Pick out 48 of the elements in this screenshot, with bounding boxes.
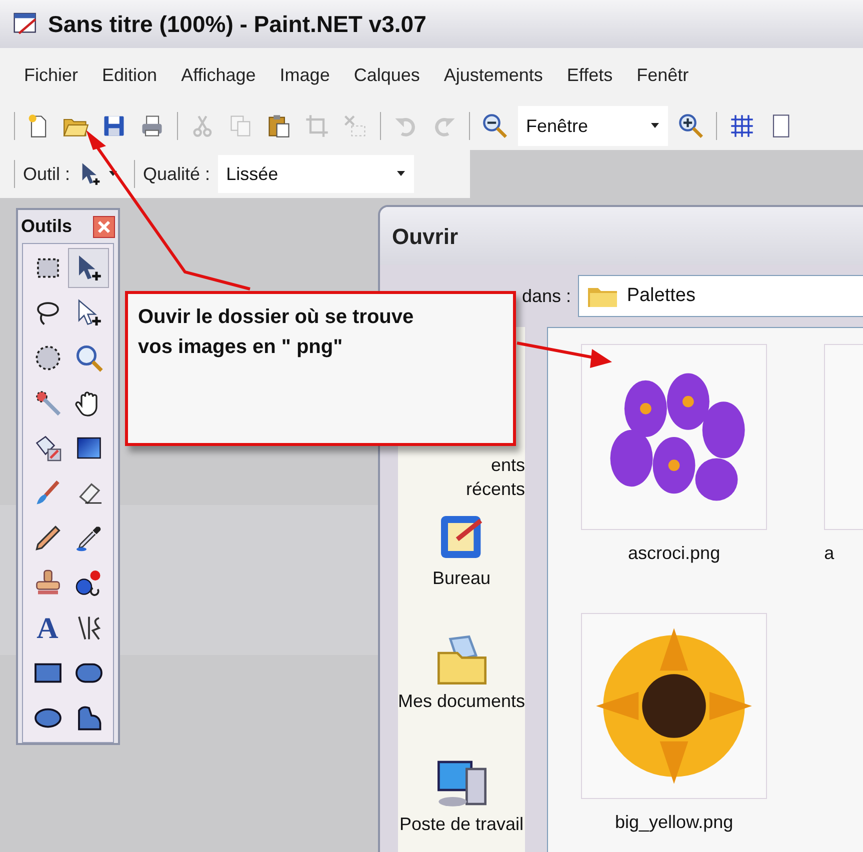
caret-icon: [650, 123, 660, 129]
file-name: ascroci.png: [628, 542, 720, 565]
tool-label: Outil :: [23, 162, 70, 186]
pencil-icon: [32, 523, 62, 553]
caret-icon: [108, 171, 118, 177]
menu-item[interactable]: Fichier: [14, 62, 88, 88]
look-in-value: Palettes: [626, 284, 696, 308]
magnifier-icon: [74, 343, 104, 373]
toolbar-button[interactable]: [676, 111, 706, 141]
grid-icon: [729, 113, 755, 139]
toolbar-button[interactable]: [480, 111, 510, 141]
window-title: Sans titre (100%) - Paint.NET v3.07: [48, 10, 426, 39]
file-item[interactable]: ascroci.png: [581, 344, 768, 567]
deselect-icon: [342, 113, 368, 139]
look-in-label: dans :: [522, 284, 572, 308]
zoom-in-icon: [678, 113, 704, 139]
zoom-out-icon: [482, 113, 508, 139]
menu-item[interactable]: Fenêtr: [626, 62, 699, 88]
quality-label: Qualité :: [143, 162, 210, 186]
menu-item[interactable]: Affichage: [171, 62, 266, 88]
place-item[interactable]: Poste de travail: [399, 755, 524, 838]
file-item[interactable]: a: [824, 344, 863, 567]
close-button[interactable]: [93, 216, 115, 238]
file-name: big_yellow.png: [615, 811, 734, 834]
tool-button[interactable]: [68, 248, 109, 288]
menu-item[interactable]: Effets: [556, 62, 623, 88]
zoom-dropdown[interactable]: Fenêtre: [518, 106, 668, 146]
quality-value: Lissée: [226, 162, 278, 186]
tools-window-title: Outils: [21, 215, 72, 238]
tool-button[interactable]: A: [27, 608, 68, 648]
callout-note: Ouvir le dossier où se trouve vos images en " png": [125, 291, 516, 446]
dialog-title: Ouvrir: [392, 222, 458, 250]
place-item[interactable]: ents récents: [455, 453, 526, 501]
menu-item[interactable]: Edition: [92, 62, 168, 88]
place-item[interactable]: Mes documents: [398, 632, 526, 715]
file-item[interactable]: big_yellow.png: [581, 613, 768, 836]
clipboard-icon: [266, 113, 292, 139]
menu-item[interactable]: Calques: [344, 62, 430, 88]
close-icon: [97, 220, 111, 234]
zoom-value: Fenêtre: [526, 114, 588, 138]
crop-icon: [304, 113, 330, 139]
look-in-dropdown[interactable]: Palettes: [578, 275, 863, 317]
file-name: a: [824, 542, 834, 565]
menu-item[interactable]: Ajustements: [434, 62, 553, 88]
menu-item[interactable]: Image: [270, 62, 340, 88]
quality-dropdown[interactable]: Lissée: [218, 155, 414, 193]
caret-icon: [396, 171, 406, 177]
place-item[interactable]: Bureau: [430, 509, 493, 592]
